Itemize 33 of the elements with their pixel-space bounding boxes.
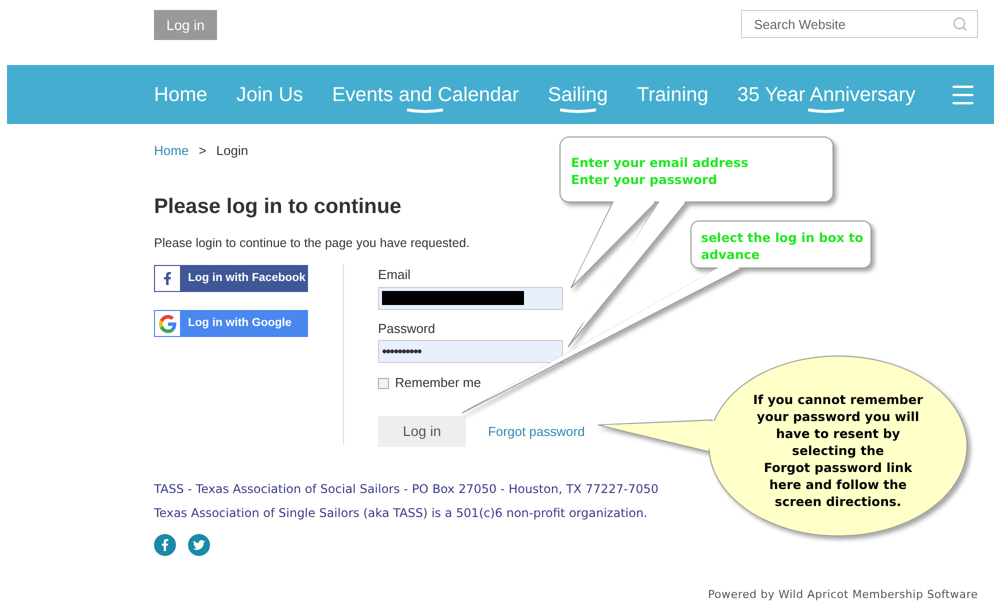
callout-text: select the log in box to advance	[701, 229, 864, 263]
google-g-icon	[158, 314, 176, 333]
footer-text: TASS - Texas Association of Social Sailors - PO Box 27050 - Houston, TX 77227-7050	[154, 480, 658, 498]
search-field[interactable]: Search Website	[741, 10, 978, 38]
submit-button[interactable]: Log in	[378, 416, 466, 447]
google-login-button[interactable]: Log in with Google	[154, 310, 308, 338]
powered-by-text: Powered by Wild Apricot Membership Software	[708, 586, 978, 603]
nav-link[interactable]: Join Us	[236, 80, 304, 110]
email-label: Email	[378, 266, 412, 284]
breadcrumb-link[interactable]: Home	[154, 141, 189, 160]
twitter-bird-icon[interactable]	[188, 534, 210, 556]
intro-text: Please login to continue to the page you have requested.	[154, 234, 470, 252]
nav-link[interactable]: Home	[154, 80, 208, 110]
nav-link[interactable]: Events and Calendar	[332, 80, 519, 110]
nav-link[interactable]: Sailing	[548, 80, 608, 110]
facebook-icon	[161, 272, 174, 286]
forgot-password-link[interactable]: Forgot password	[488, 422, 585, 441]
footer-text: Texas Association of Single Sailors (aka TASS) is a 501(c)6 non-profit organization.	[154, 504, 648, 522]
email-field[interactable]	[378, 286, 563, 310]
password-field[interactable]: ••••••••••	[378, 340, 563, 364]
login-button[interactable]: Log in	[154, 10, 217, 40]
remember-checkbox[interactable]	[378, 378, 389, 388]
page-heading: Please log in to continue	[154, 194, 402, 220]
nav-link[interactable]: 35 Year Anniversary	[737, 80, 916, 110]
remember-label: Remember me	[395, 374, 481, 392]
callout-text: Enter your email address Enter your password	[571, 154, 750, 188]
callout-text: If you cannot remember your password you will have to resent by selecting the Forgot password link here and follow the screen directions.	[752, 391, 924, 510]
breadcrumb-current: Login	[216, 142, 248, 160]
password-label: Password	[378, 320, 436, 338]
facebook-login-button[interactable]: Log in with Facebook	[154, 265, 308, 292]
breadcrumb-separator: >	[198, 142, 206, 160]
nav-link[interactable]: Training	[636, 80, 708, 110]
facebook-icon[interactable]	[154, 534, 176, 556]
